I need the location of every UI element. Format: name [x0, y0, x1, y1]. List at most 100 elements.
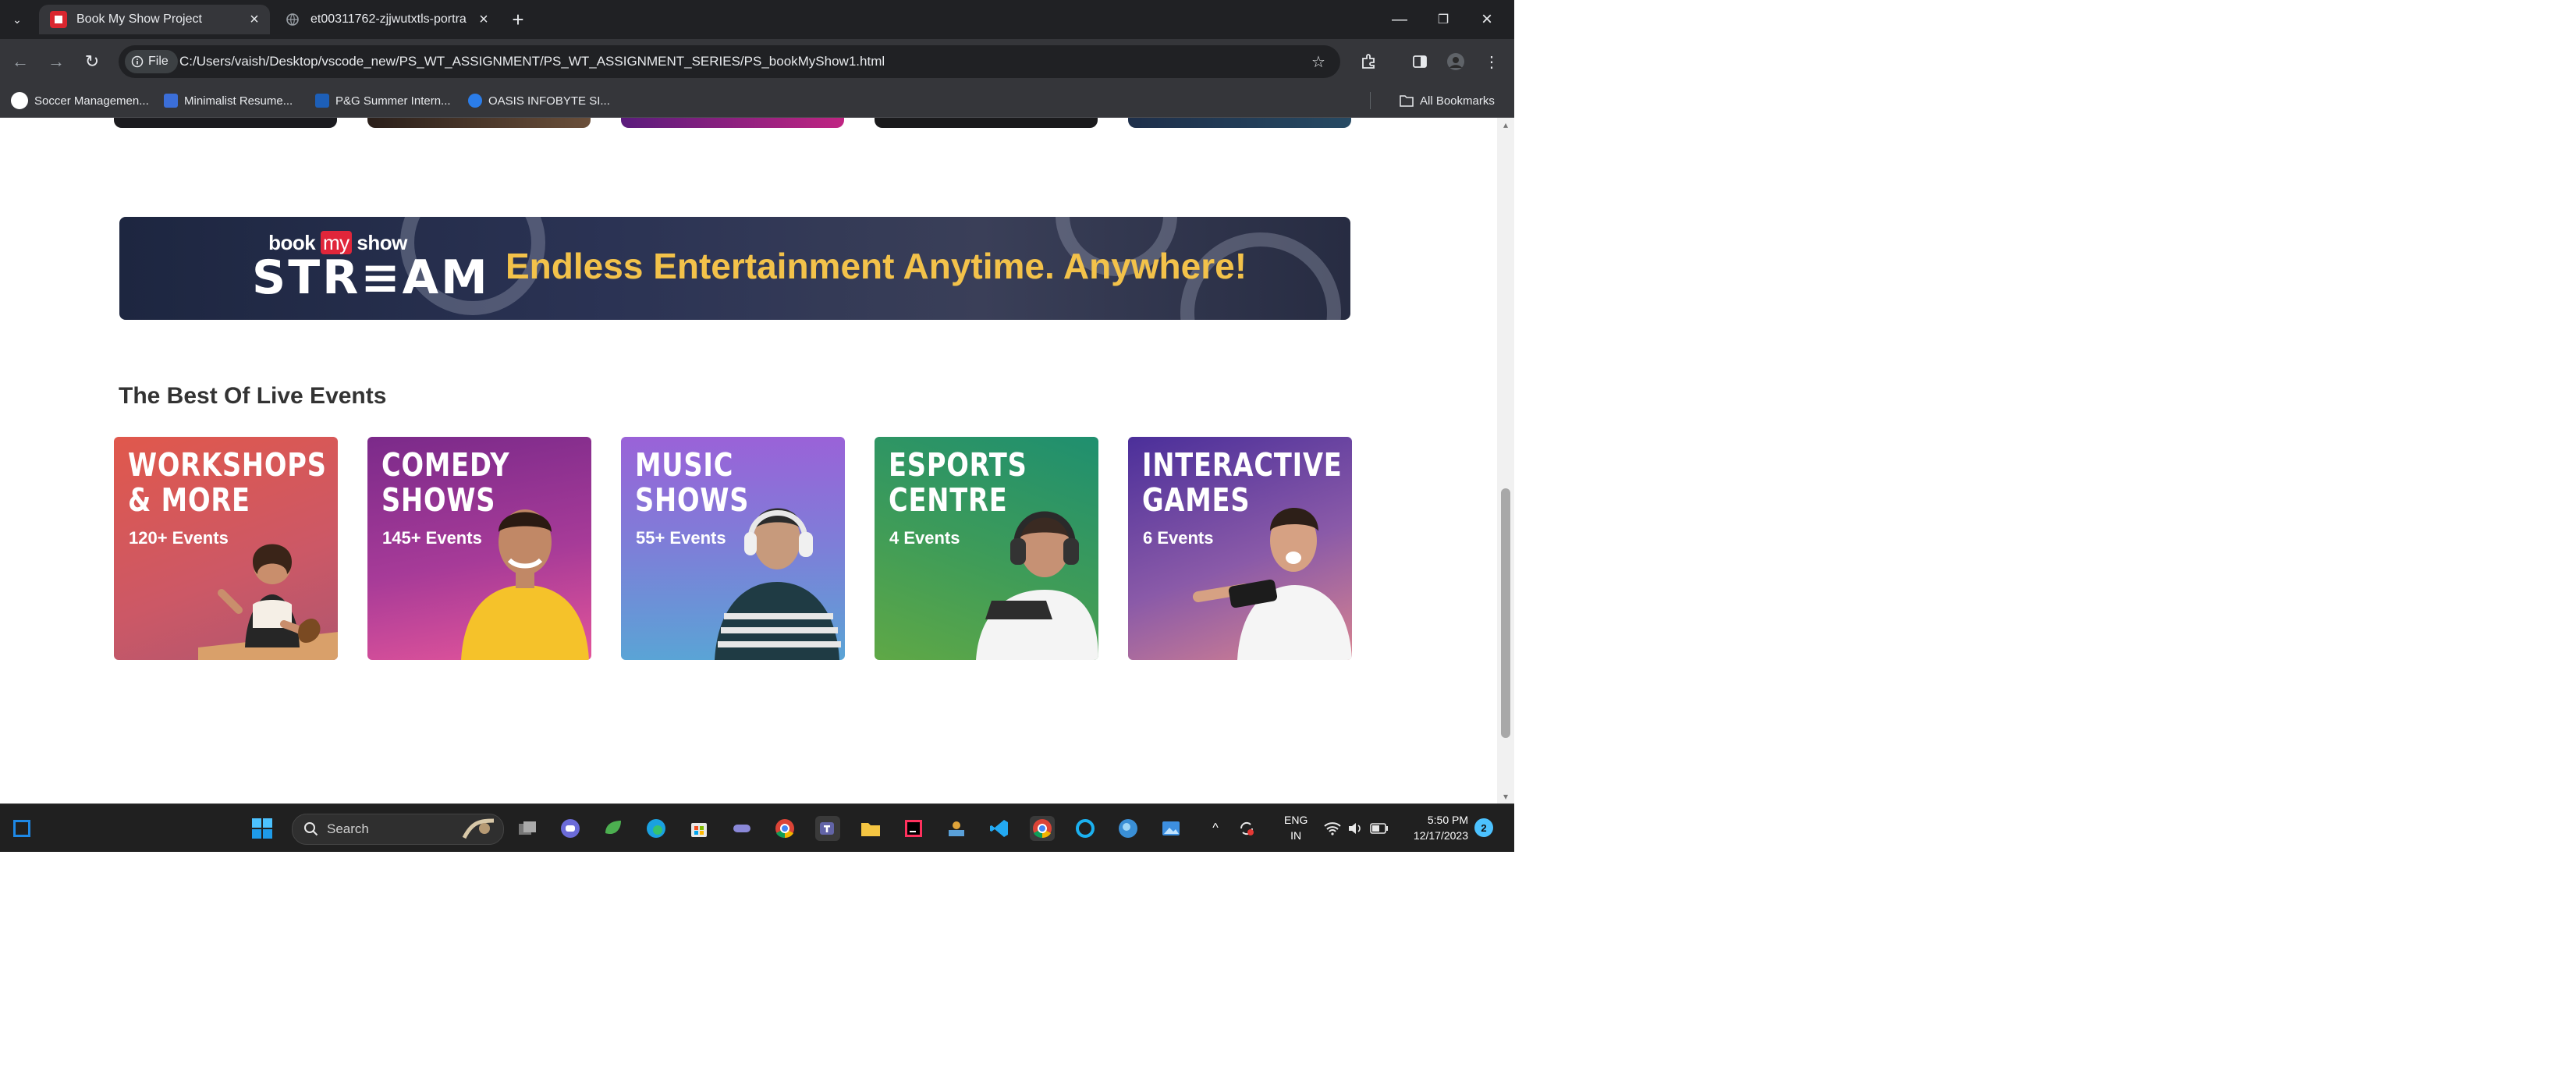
teams-icon[interactable] [815, 816, 840, 841]
person-illustration [198, 544, 338, 660]
event-card-workshops[interactable]: WORKSHOPS & MORE 120+ Events [114, 437, 338, 660]
app-purple-icon[interactable] [729, 816, 754, 841]
profile-avatar-icon[interactable] [1445, 51, 1467, 73]
bookmark-soccer[interactable]: Soccer Managemen... [11, 92, 149, 109]
notification-badge[interactable]: 2 [1474, 818, 1493, 837]
forward-icon[interactable]: → [44, 49, 69, 74]
movie-card-partial[interactable] [367, 118, 591, 128]
widgets-icon[interactable] [9, 816, 34, 841]
bookmark-label: P&G Summer Intern... [335, 94, 451, 108]
photos-icon[interactable] [1158, 816, 1183, 841]
taskbar-search[interactable]: Search [292, 814, 504, 845]
person-illustration [1193, 508, 1352, 660]
file-explorer-icon[interactable] [858, 816, 883, 841]
section-title: The Best Of Live Events [119, 383, 387, 409]
extensions-icon[interactable] [1357, 51, 1379, 73]
bookmark-label: OASIS INFOBYTE SI... [488, 94, 610, 108]
minimize-icon[interactable]: — [1378, 0, 1421, 39]
bookmarks-divider [1370, 92, 1371, 109]
event-card-music[interactable]: MUSIC SHOWS 55+ Events [621, 437, 845, 660]
event-card-title: WORKSHOPS & MORE [128, 446, 327, 519]
soccer-ball-icon [11, 92, 28, 109]
person-illustration [461, 509, 589, 660]
tab-title: Book My Show Project [76, 12, 202, 26]
tab-book-my-show[interactable]: Book My Show Project × [39, 5, 270, 34]
bookmark-oasis[interactable]: OASIS INFOBYTE SI... [468, 92, 610, 109]
logo-stream-text: STR≡AM [252, 250, 490, 305]
browser-toolbar: ← → ↻ File C:/Users/vaish/Desktop/vscode… [0, 39, 1514, 84]
scroll-thumb[interactable] [1501, 488, 1510, 738]
all-bookmarks-button[interactable]: All Bookmarks [1400, 92, 1495, 109]
scroll-up-icon[interactable]: ▴ [1500, 119, 1511, 130]
intellij-icon[interactable] [901, 816, 926, 841]
tab-search-chevron-icon[interactable]: ⌄ [0, 0, 34, 39]
wifi-icon[interactable] [1320, 816, 1345, 841]
info-icon [131, 55, 144, 68]
search-placeholder: Search [327, 821, 369, 836]
app-green-icon[interactable] [601, 816, 626, 841]
task-view-icon[interactable] [515, 816, 540, 841]
store-icon[interactable] [687, 816, 711, 841]
event-card-games[interactable]: INTERACTIVE GAMES 6 Events [1128, 437, 1352, 660]
bms-favicon-icon [50, 11, 67, 28]
input-language[interactable]: ENG IN [1284, 812, 1308, 843]
url-text: C:/Users/vaish/Desktop/vscode_new/PS_WT_… [179, 54, 885, 69]
side-panel-icon[interactable] [1409, 51, 1431, 73]
resume-site-icon [164, 94, 178, 108]
person-illustration [976, 511, 1098, 660]
volume-icon[interactable] [1343, 816, 1368, 841]
pg-site-icon [315, 94, 329, 108]
chrome-active-icon[interactable] [1030, 816, 1055, 841]
start-windows-icon[interactable] [250, 816, 275, 841]
bookmyshow-stream-logo: book my show STR≡AM [252, 231, 490, 305]
file-chip-label: File [148, 55, 169, 68]
tab-close-icon[interactable]: × [247, 12, 262, 27]
clock[interactable]: 5:50 PM 12/17/2023 [1400, 812, 1468, 843]
windows-taskbar: Search ^ ENG IN 5:50 PM 12/17/2023 2 [0, 803, 1514, 852]
search-icon [304, 822, 318, 836]
edge-icon[interactable] [644, 816, 669, 841]
address-bar[interactable]: File C:/Users/vaish/Desktop/vscode_new/P… [119, 45, 1340, 78]
file-chip[interactable]: File [125, 50, 178, 73]
bookmark-label: Minimalist Resume... [184, 94, 293, 108]
chrome-icon[interactable] [772, 816, 797, 841]
page-scrollbar[interactable]: ▴ ▾ [1497, 118, 1514, 803]
app-tray-icon[interactable] [944, 816, 969, 841]
movie-card-partial[interactable] [875, 118, 1098, 128]
tab-title: et00311762-zjjwutxtls-portrait.j [310, 12, 467, 26]
event-card-comedy[interactable]: COMEDY SHOWS 145+ Events [367, 437, 591, 660]
back-icon[interactable]: ← [8, 49, 33, 74]
menu-kebab-icon[interactable]: ⋮ [1481, 51, 1503, 73]
sync-icon[interactable] [1234, 816, 1259, 841]
event-card-count: 4 Events [889, 528, 960, 548]
cortana-icon[interactable] [1073, 816, 1098, 841]
bookmark-pg[interactable]: P&G Summer Intern... [315, 92, 451, 109]
tab-image[interactable]: et00311762-zjjwutxtls-portrait.j × [273, 5, 499, 34]
reload-icon[interactable]: ↻ [80, 49, 105, 74]
banner-tagline: Endless Entertainment Anytime. Anywhere! [506, 246, 1247, 286]
bookmark-resume[interactable]: Minimalist Resume... [164, 92, 293, 109]
battery-icon[interactable] [1367, 816, 1392, 841]
vscode-icon[interactable] [987, 816, 1012, 841]
person-illustration [715, 508, 841, 660]
chat-icon[interactable] [558, 816, 583, 841]
globe-icon [284, 11, 301, 28]
folder-icon [1400, 95, 1414, 107]
movie-card-partial[interactable] [621, 118, 844, 128]
scroll-down-icon[interactable]: ▾ [1500, 791, 1511, 802]
page-viewport: book my show STR≡AM Endless Entertainmen… [0, 118, 1514, 803]
restore-icon[interactable]: ❐ [1421, 0, 1465, 39]
event-card-esports[interactable]: ESPORTS CENTRE 4 Events [875, 437, 1098, 660]
tray-overflow-chevron-icon[interactable]: ^ [1203, 816, 1228, 841]
bookmarks-bar: Soccer Managemen... Minimalist Resume...… [0, 84, 1514, 118]
movie-card-partial[interactable] [1128, 118, 1351, 128]
close-window-icon[interactable]: × [1465, 0, 1509, 39]
all-bookmarks-label: All Bookmarks [1420, 94, 1495, 108]
bookmark-star-icon[interactable]: ☆ [1308, 51, 1329, 73]
stream-banner[interactable]: book my show STR≡AM Endless Entertainmen… [119, 217, 1350, 320]
new-tab-button[interactable]: + [499, 0, 537, 39]
edge-dev-icon[interactable] [1116, 816, 1141, 841]
oasis-site-icon [468, 94, 482, 108]
movie-card-partial[interactable] [114, 118, 337, 128]
tab-close-icon[interactable]: × [476, 12, 491, 27]
